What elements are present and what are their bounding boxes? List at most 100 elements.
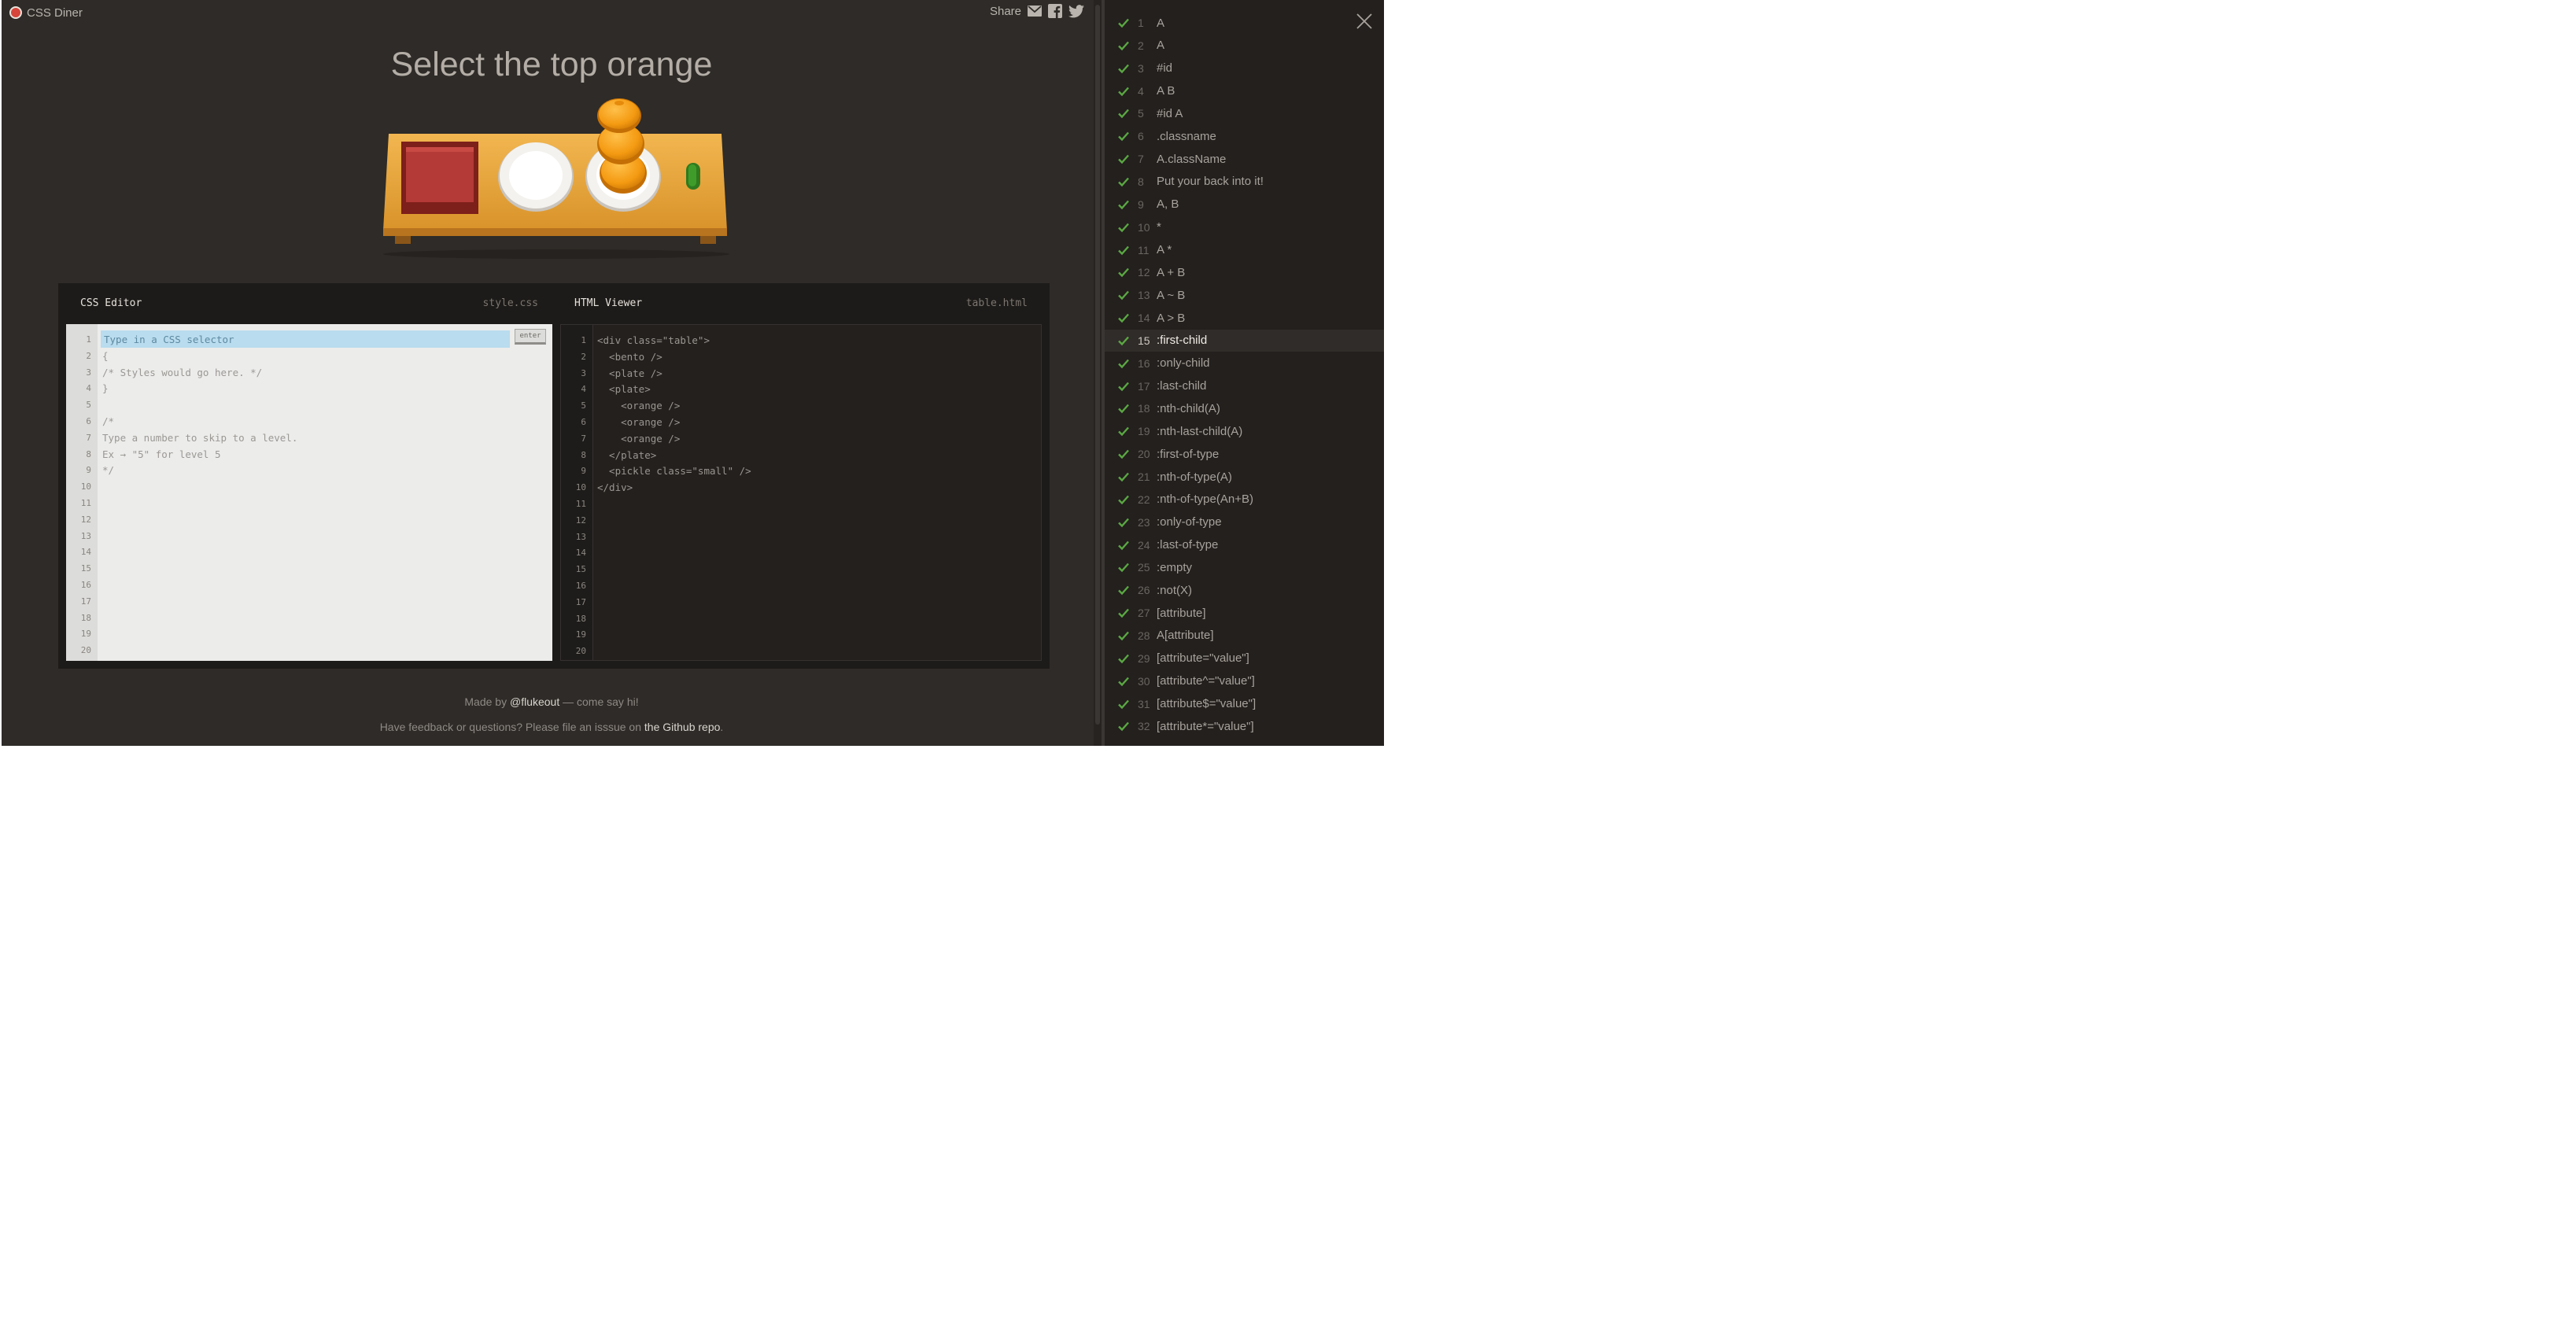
level-item-27[interactable]: 27 [attribute] xyxy=(1105,602,1384,624)
feedback-prefix: Have feedback or questions? Please file … xyxy=(379,721,644,733)
checkmark-icon xyxy=(1118,245,1129,255)
feedback-line: Have feedback or questions? Please file … xyxy=(2,721,1102,733)
level-item-21[interactable]: 21 :nth-of-type(A) xyxy=(1105,466,1384,488)
level-item-13[interactable]: 13 A ~ B xyxy=(1105,284,1384,306)
level-selector: A xyxy=(1157,16,1165,30)
level-item-11[interactable]: 11 A * xyxy=(1105,239,1384,261)
checkmark-icon xyxy=(1118,404,1129,414)
editor-panel: CSS Editor style.css HTML Viewer table.h… xyxy=(58,283,1050,669)
line-number: 17 xyxy=(575,596,586,607)
level-item-14[interactable]: 14 A > B xyxy=(1105,307,1384,329)
level-item-8[interactable]: 8 Put your back into it! xyxy=(1105,171,1384,193)
share-bar: Share xyxy=(990,4,1084,18)
checkmark-icon xyxy=(1118,518,1129,527)
level-item-26[interactable]: 26:not(X) xyxy=(1105,579,1384,601)
checkmark-icon xyxy=(1118,585,1129,596)
code-line: <plate /> xyxy=(597,367,662,379)
html-code: <div class="table"> <bento /> <plate /> … xyxy=(597,333,751,496)
level-item-25[interactable]: 25:empty xyxy=(1105,556,1384,578)
level-number: 9 xyxy=(1138,197,1144,211)
line-number: 4 xyxy=(581,384,586,395)
level-item-30[interactable]: 30 [attribute^="value"] xyxy=(1105,670,1384,692)
table-scene xyxy=(383,98,729,259)
level-number: 24 xyxy=(1138,538,1150,551)
level-item-18[interactable]: 18:nth-child(A) xyxy=(1105,397,1384,419)
level-number: 5 xyxy=(1138,107,1144,120)
level-number: 15 xyxy=(1138,334,1150,347)
code-line: */ xyxy=(102,464,115,477)
html-viewer: 1 2 3 4 5 6 7 8 9 10 11 12 13 14 15 16 17 18 19 20 <div cla… xyxy=(560,324,1042,661)
level-item-17[interactable]: 17:last-child xyxy=(1105,375,1384,397)
facebook-icon[interactable] xyxy=(1048,4,1062,18)
level-selector: [attribute*="value"] xyxy=(1157,719,1254,733)
enter-button[interactable]: enter xyxy=(515,329,546,345)
level-selector: :first-child xyxy=(1157,334,1208,348)
level-item-20[interactable]: 20:first-of-type xyxy=(1105,443,1384,465)
level-item-19[interactable]: 19:nth-last-child(A) xyxy=(1105,420,1384,442)
level-item-23[interactable]: 23:only-of-type xyxy=(1105,511,1384,533)
line-number: 14 xyxy=(80,547,91,558)
line-number: 17 xyxy=(80,596,91,607)
level-number: 21 xyxy=(1138,470,1150,483)
level-selector: [attribute^="value"] xyxy=(1157,674,1255,688)
checkmark-icon xyxy=(1118,382,1129,391)
level-item-2[interactable]: 2A xyxy=(1105,35,1384,57)
feedback-suffix: . xyxy=(720,721,724,733)
level-selector: .classname xyxy=(1157,129,1216,143)
line-number: 12 xyxy=(575,515,586,526)
level-item-22[interactable]: 22:nth-of-type(An+B) xyxy=(1105,489,1384,511)
html-viewer-title: HTML Viewer xyxy=(574,297,643,309)
level-item-31[interactable]: 31 [attribute$="value"] xyxy=(1105,693,1384,715)
level-item-5[interactable]: 5 #id A xyxy=(1105,102,1384,124)
level-instruction: Select the top orange xyxy=(390,46,713,83)
game-scrollbar[interactable] xyxy=(1094,0,1102,746)
email-icon[interactable] xyxy=(1028,6,1042,17)
bento xyxy=(401,142,478,214)
level-item-32[interactable]: 32 [attribute*="value"] xyxy=(1105,715,1384,737)
checkmark-icon xyxy=(1118,313,1129,323)
html-line-numbers: 1 2 3 4 5 6 7 8 9 10 11 12 13 14 15 16 17 18 19 20 xyxy=(561,325,593,660)
scrollbar-thumb[interactable] xyxy=(1095,5,1100,725)
line-number: 1 xyxy=(581,335,586,345)
line-number: 18 xyxy=(80,612,91,623)
level-item-1[interactable]: 1A xyxy=(1105,12,1384,34)
level-selector: A > B xyxy=(1157,311,1186,325)
brand[interactable]: CSS Diner xyxy=(9,5,83,20)
level-number: 20 xyxy=(1138,448,1150,461)
level-item-10[interactable]: 10 * xyxy=(1105,216,1384,238)
plate xyxy=(498,142,574,212)
github-link[interactable]: the Github repo xyxy=(644,721,721,733)
code-line: <plate> xyxy=(597,383,651,396)
line-number: 12 xyxy=(80,514,91,525)
level-item-9[interactable]: 9 A, B xyxy=(1105,194,1384,216)
checkmark-icon xyxy=(1118,608,1129,618)
level-number: 29 xyxy=(1138,651,1150,665)
level-item-24[interactable]: 24:last-of-type xyxy=(1105,534,1384,556)
level-number: 18 xyxy=(1138,402,1150,415)
line-number: 16 xyxy=(575,580,586,591)
app-window: CSS Diner Share Select the top orange CS… xyxy=(0,0,1384,746)
level-selector: [attribute] xyxy=(1157,606,1206,620)
level-item-3[interactable]: 3 #id xyxy=(1105,57,1384,79)
level-item-7[interactable]: 7 A.className xyxy=(1105,148,1384,170)
level-item-28[interactable]: 28 A[attribute] xyxy=(1105,625,1384,647)
level-selector: A B xyxy=(1157,84,1175,98)
line-number: 13 xyxy=(575,531,586,542)
code-line: Ex → "5" for level 5 xyxy=(102,448,221,460)
level-item-4[interactable]: 4 A B xyxy=(1105,80,1384,102)
level-number: 17 xyxy=(1138,379,1150,393)
line-number: 3 xyxy=(581,367,586,378)
author-link[interactable]: @flukeout xyxy=(510,695,559,708)
level-number: 10 xyxy=(1138,220,1150,234)
level-item-12[interactable]: 12 A + B xyxy=(1105,261,1384,283)
css-editor-title: CSS Editor xyxy=(80,297,142,309)
checkmark-icon xyxy=(1118,631,1129,641)
line-number: 13 xyxy=(80,530,91,541)
level-item-16[interactable]: 16:only-child xyxy=(1105,352,1384,374)
twitter-icon[interactable] xyxy=(1068,4,1084,18)
level-selector: :nth-of-type(A) xyxy=(1157,470,1232,484)
level-item-15[interactable]: 15 :first-child xyxy=(1105,329,1384,352)
level-item-6[interactable]: 6 .classname xyxy=(1105,125,1384,147)
level-item-29[interactable]: 29 [attribute="value"] xyxy=(1105,647,1384,670)
